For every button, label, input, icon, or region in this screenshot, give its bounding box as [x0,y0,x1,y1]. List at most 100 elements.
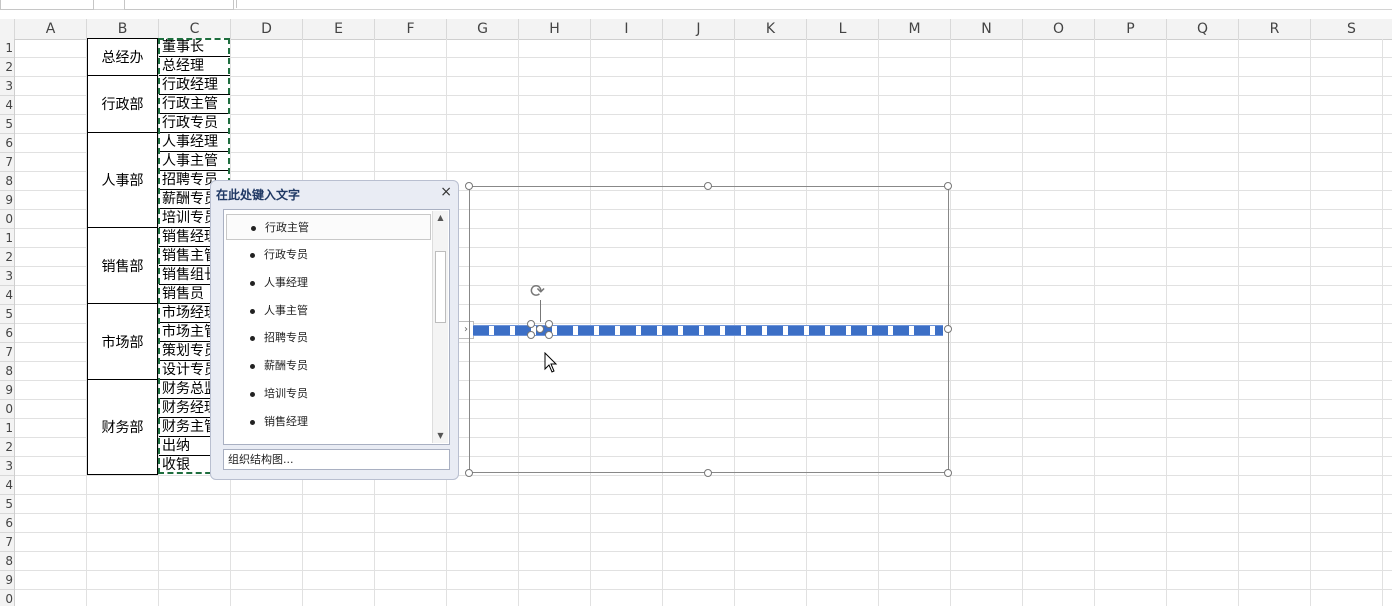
row-header[interactable]: 5 [0,495,14,514]
scroll-down-icon[interactable]: ▼ [433,429,448,443]
row-header[interactable]: 1 [0,39,14,58]
shape-handle[interactable] [545,320,553,328]
column-header-l[interactable]: L [807,19,879,39]
dept-cell[interactable]: 总经办 [87,38,158,76]
bullet-icon [250,392,255,397]
row-header[interactable]: 8 [0,552,14,571]
scroll-up-icon[interactable]: ▲ [433,211,448,225]
row-header[interactable]: 7 [0,533,14,552]
column-header-m[interactable]: M [879,19,951,39]
list-item[interactable]: 行政主管 [226,214,431,240]
row-header[interactable]: 3 [0,267,14,286]
list-item[interactable]: 人事经理 [226,270,431,296]
column-header-p[interactable]: P [1095,19,1167,39]
position-cell[interactable]: 行政专员 [159,114,230,133]
column-header-i[interactable]: I [591,19,663,39]
resize-handle[interactable] [944,325,952,333]
dept-cell[interactable]: 市场部 [87,303,158,380]
list-item[interactable]: 薪酬专员 [226,353,431,379]
rotate-handle-icon[interactable]: ⟳ [530,283,545,301]
dept-cell[interactable]: 财务部 [87,379,158,475]
row-header[interactable]: 7 [0,343,14,362]
column-header-a[interactable]: A [15,19,87,39]
resize-handle[interactable] [465,182,473,190]
row-header[interactable]: 0 [0,210,14,229]
bullet-icon [250,309,255,314]
resize-handle[interactable] [465,469,473,477]
row-header[interactable]: 9 [0,571,14,590]
list-item[interactable]: 培训专员 [226,381,431,407]
row-header[interactable]: 8 [0,362,14,381]
column-header-q[interactable]: Q [1167,19,1239,39]
position-cell[interactable]: 人事经理 [159,133,230,152]
row-header[interactable]: 6 [0,514,14,533]
row-header[interactable]: 2 [0,58,14,77]
name-box[interactable] [0,0,94,10]
dept-cell[interactable]: 人事部 [87,132,158,228]
close-icon[interactable]: × [440,184,452,200]
position-cell[interactable]: 行政主管 [159,95,230,114]
smartart-text-pane[interactable]: 在此处键入文字 × 行政主管 行政专员 人事经理 人事主管 招聘专员 薪酬专员 … [210,180,459,480]
position-cell[interactable]: 人事主管 [159,152,230,171]
shape-handle[interactable] [545,331,553,339]
position-cell[interactable]: 总经理 [159,57,230,76]
row-header[interactable]: 4 [0,96,14,115]
column-header-r[interactable]: R [1239,19,1311,39]
column-header-g[interactable]: G [447,19,519,39]
row-header[interactable]: 8 [0,172,14,191]
resize-handle[interactable] [944,469,952,477]
row-header[interactable]: 0 [0,590,14,606]
vertical-scrollbar[interactable]: ▲ ▼ [432,211,448,443]
row-header[interactable]: 6 [0,134,14,153]
list-item[interactable]: 人事主管 [226,298,431,324]
column-header-e[interactable]: E [303,19,375,39]
column-header-f[interactable]: F [375,19,447,39]
text-pane-list[interactable]: 行政主管 行政专员 人事经理 人事主管 招聘专员 薪酬专员 培训专员 销售经理 … [223,209,450,445]
column-header-n[interactable]: N [951,19,1023,39]
row-header[interactable]: 7 [0,153,14,172]
row-header[interactable]: 5 [0,115,14,134]
row-header[interactable]: 1 [0,419,14,438]
formula-bar [0,0,1392,10]
list-item[interactable]: 销售经理 [226,409,431,435]
row-header[interactable]: 2 [0,248,14,267]
resize-handle[interactable] [704,182,712,190]
row-header[interactable]: 6 [0,324,14,343]
dept-cell[interactable]: 销售部 [87,227,158,304]
column-header-j[interactable]: J [663,19,735,39]
column-header-b[interactable]: B [87,19,159,39]
shape-handle[interactable] [536,325,544,333]
list-item[interactable]: 招聘专员 [226,325,431,351]
scroll-thumb[interactable] [435,251,446,323]
resize-handle[interactable] [704,469,712,477]
row-header[interactable]: 2 [0,438,14,457]
column-header-d[interactable]: D [231,19,303,39]
shape-handle[interactable] [527,320,535,328]
shape-handle[interactable] [527,331,535,339]
column-header-h[interactable]: H [519,19,591,39]
formula-input[interactable] [236,0,1392,8]
dept-cell[interactable]: 行政部 [87,75,158,133]
row-header[interactable]: 9 [0,191,14,210]
column-header-o[interactable]: O [1023,19,1095,39]
column-header-c[interactable]: C [159,19,231,39]
row-header[interactable]: 3 [0,457,14,476]
row-header[interactable]: 9 [0,381,14,400]
row-header[interactable]: 0 [0,400,14,419]
layout-name-link[interactable]: 组织结构图... [223,449,450,470]
position-cell[interactable]: 董事长 [159,38,230,57]
column-header-k[interactable]: K [735,19,807,39]
function-box[interactable] [124,0,234,10]
select-all-corner[interactable] [0,19,15,39]
row-header[interactable]: 4 [0,286,14,305]
column-header-bar: A B C D E F G H I J K L M N O P Q R S [0,19,1392,40]
row-header[interactable]: 1 [0,229,14,248]
bullet-icon [251,226,256,231]
row-header[interactable]: 3 [0,77,14,96]
row-header[interactable]: 5 [0,305,14,324]
column-header-s[interactable]: S [1311,19,1392,39]
position-cell[interactable]: 行政经理 [159,76,230,95]
resize-handle[interactable] [944,182,952,190]
list-item[interactable]: 行政专员 [226,242,431,268]
row-header[interactable]: 4 [0,476,14,495]
